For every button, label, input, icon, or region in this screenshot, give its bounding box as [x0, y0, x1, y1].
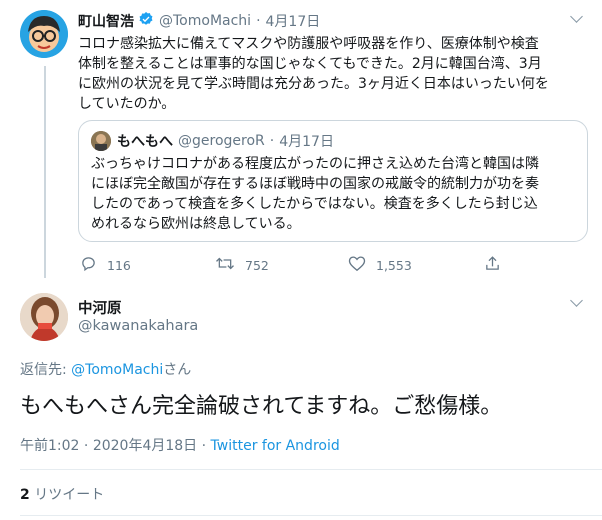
quoted-text-line: めれるなら欧州は終息している。 — [91, 216, 301, 232]
reply-context: 返信先: @TomoMachiさん — [20, 359, 191, 379]
reply-button[interactable]: 116 — [80, 255, 131, 275]
meta-separator: · — [197, 438, 211, 454]
like-count: 1,553 — [376, 257, 412, 273]
client-link[interactable]: Twitter for Android — [211, 438, 340, 454]
share-button[interactable] — [484, 255, 501, 275]
avatar-illustration — [20, 10, 68, 58]
quoted-text-line: ぶっちゃけコロナがある程度広がったのに押さえ込めた台湾と韓国は隣 — [91, 156, 539, 172]
retweet-icon — [215, 255, 235, 275]
tweet-text-line: していたのか。 — [78, 96, 176, 112]
dot-separator: · — [269, 133, 275, 149]
tweet-text-line: 体制を整えることは軍事的な国じゃなくてもできた。2月に韓国台湾、3月 — [78, 56, 542, 72]
meta-separator: · — [79, 438, 93, 454]
share-icon — [484, 255, 501, 275]
divider — [20, 469, 602, 470]
retweet-stat-count: 2 — [20, 487, 30, 503]
tweet-text-line: コロナ感染拡大に備えてマスクや防護服や呼吸器を作り、医療体制や検査 — [78, 36, 539, 52]
reply-suffix: さん — [163, 362, 192, 378]
quoted-date: 4月17日 — [279, 134, 334, 150]
like-button[interactable]: 1,553 — [348, 255, 412, 275]
main-author-name[interactable]: 中河原 — [78, 297, 122, 318]
reply-count: 116 — [107, 257, 131, 273]
quoted-header: もへもへ @gerogeroR · 4月17日 — [117, 131, 334, 151]
retweet-button[interactable]: 752 — [215, 255, 269, 275]
tweet-time[interactable]: 午前1:02 — [20, 438, 79, 454]
chevron-down-icon[interactable] — [570, 294, 583, 307]
tweet-text-line: に欧州の状況を見て学ぶ時間は充分あった。3ヶ月近く日本はいったい何を — [78, 76, 549, 92]
tweet-full-date[interactable]: 2020年4月18日 — [93, 438, 197, 454]
tweet-header: 町山智浩 @TomoMachi · 4月17日 — [78, 11, 320, 31]
avatar-tomomachi[interactable] — [20, 10, 68, 58]
dot-separator: · — [256, 13, 261, 29]
verified-badge-icon — [138, 11, 154, 31]
reply-icon — [80, 255, 97, 275]
tweet-text: コロナ感染拡大に備えてマスクや防護服や呼吸器を作り、医療体制や検査 体制を整える… — [78, 34, 549, 114]
reply-target-link[interactable]: @TomoMachi — [71, 362, 163, 378]
retweet-stats[interactable]: 2 リツイート — [20, 484, 104, 504]
avatar-kawanakahara[interactable] — [20, 293, 68, 341]
main-tweet-text: もへもへさん完全論破されてますね。ご愁傷様。 — [20, 394, 503, 419]
quoted-tweet[interactable]: もへもへ @gerogeroR · 4月17日 ぶっちゃけコロナがある程度広がっ… — [78, 120, 588, 242]
tweet-meta: 午前1:02 · 2020年4月18日 · Twitter for Androi… — [20, 435, 340, 455]
author-name[interactable]: 町山智浩 — [78, 11, 134, 31]
quoted-author-handle: @gerogeroR — [178, 133, 265, 149]
quoted-text-line: したのであって検査を多くしたからではない。検査を多くしたら封じ込 — [91, 196, 538, 212]
author-handle[interactable]: @TomoMachi — [159, 13, 251, 29]
reply-prefix: 返信先: — [20, 362, 72, 378]
tweet-date[interactable]: 4月17日 — [266, 11, 321, 31]
quoted-text: ぶっちゃけコロナがある程度広がったのに押さえ込めた台湾と韓国は隣 にほぼ完全敵国… — [91, 154, 539, 234]
chevron-down-icon[interactable] — [570, 10, 583, 23]
quoted-author-name: もへもへ — [117, 134, 173, 150]
avatar-gerogeror — [91, 131, 111, 151]
retweet-stat-label: リツイート — [29, 487, 105, 503]
quoted-text-line: にほぼ完全敵国が存在するほぼ戦時中の国家の戒厳令的統制力が功を奏 — [91, 176, 539, 192]
thread-connector — [44, 66, 46, 278]
main-author-handle[interactable]: @kawanakahara — [78, 318, 198, 334]
divider — [20, 515, 602, 516]
avatar-photo — [20, 293, 68, 341]
retweet-count: 752 — [245, 257, 269, 273]
heart-icon — [348, 255, 366, 275]
